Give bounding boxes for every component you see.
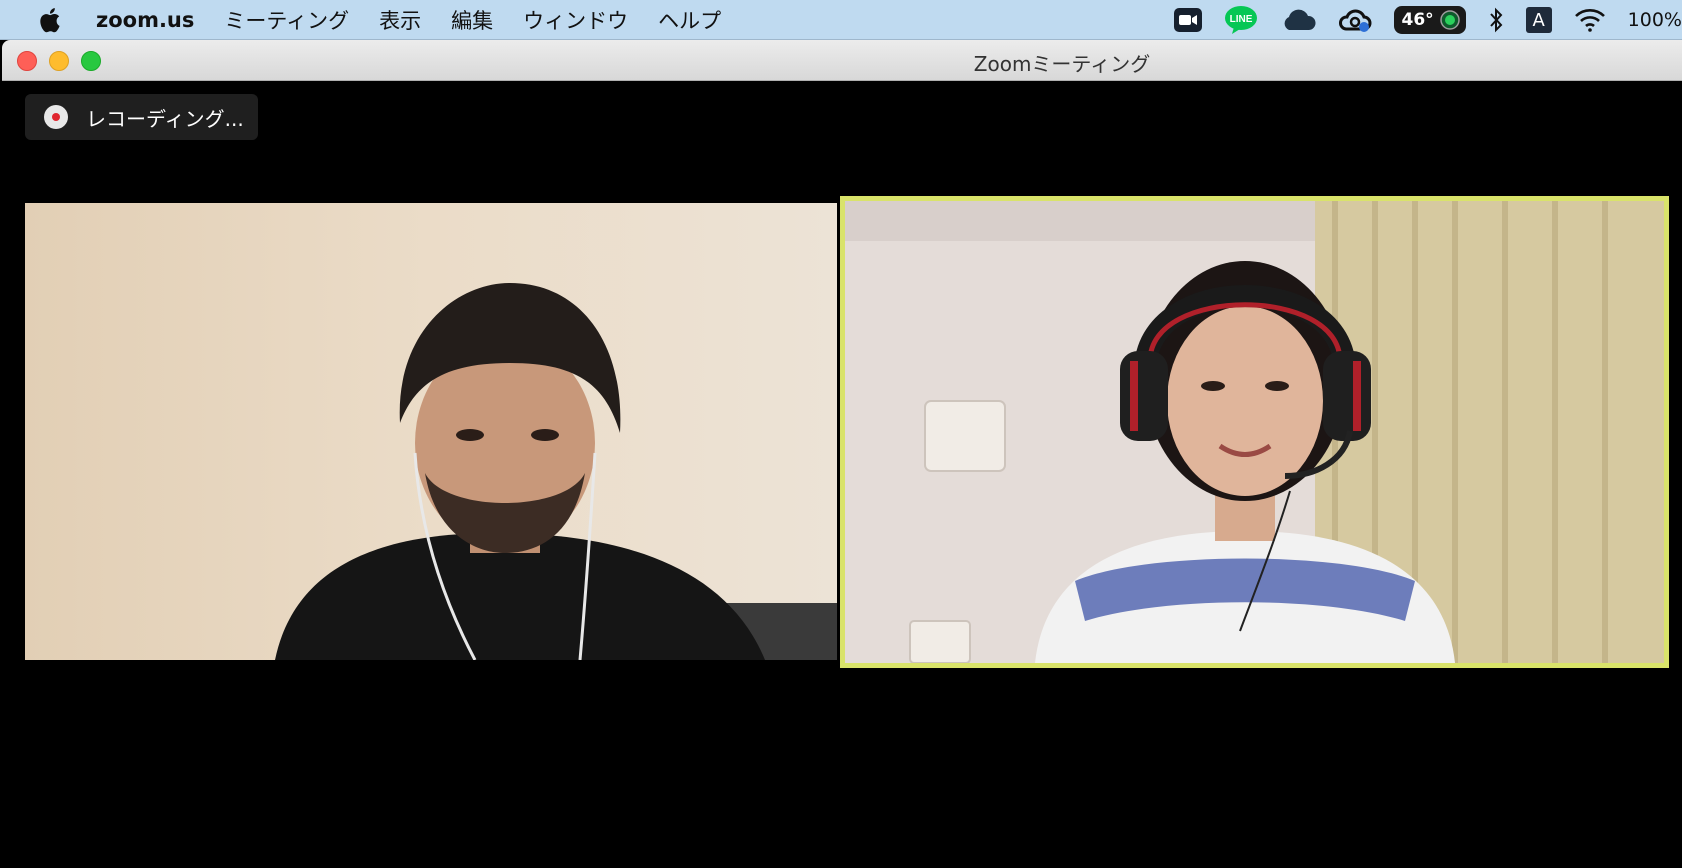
bluetooth-icon[interactable] [1488,7,1504,33]
recording-dot-icon [44,105,68,129]
recording-label: レコーディング... [86,106,244,131]
apple-menu-icon[interactable] [22,6,76,34]
menu-app-zoom[interactable]: zoom.us [96,8,194,32]
menu-bar: zoom.us ミーティング 表示 編集 ウィンドウ ヘルプ LINE 46° … [0,0,1682,40]
participant-video-tile[interactable] [25,203,837,660]
line-app-icon[interactable]: LINE [1224,5,1258,35]
line-icon-label: LINE [1229,14,1252,25]
creative-cloud-icon[interactable] [1338,7,1372,33]
temperature-text: 46° [1401,10,1434,30]
recording-indicator[interactable]: レコーディング... [25,94,258,140]
window-titlebar[interactable]: Zoomミーティング [2,40,1682,81]
input-source-icon[interactable]: A [1525,7,1552,33]
menu-window[interactable]: ウィンドウ [523,5,628,35]
battery-percentage[interactable]: 100% [1628,9,1682,31]
participant-video-man [25,203,837,660]
menu-edit[interactable]: 編集 [451,5,493,35]
menu-meeting[interactable]: ミーティング [224,5,349,35]
status-bar: LINE 46° A 100% [1173,0,1682,40]
cloud-icon[interactable] [1280,8,1316,32]
menu-view[interactable]: 表示 [379,5,421,35]
menu-help[interactable]: ヘルプ [658,5,721,35]
wifi-icon[interactable] [1574,8,1606,32]
status-indicator-icon [1439,10,1460,30]
meeting-gallery: レコーディング... [2,81,1682,868]
participant-video-woman [845,201,1664,663]
active-speaker-video-tile[interactable] [840,196,1669,668]
zoom-camera-icon[interactable] [1173,8,1202,32]
weather-widget[interactable]: 46° [1393,6,1466,34]
window-title: Zoomミーティング [973,52,1151,76]
